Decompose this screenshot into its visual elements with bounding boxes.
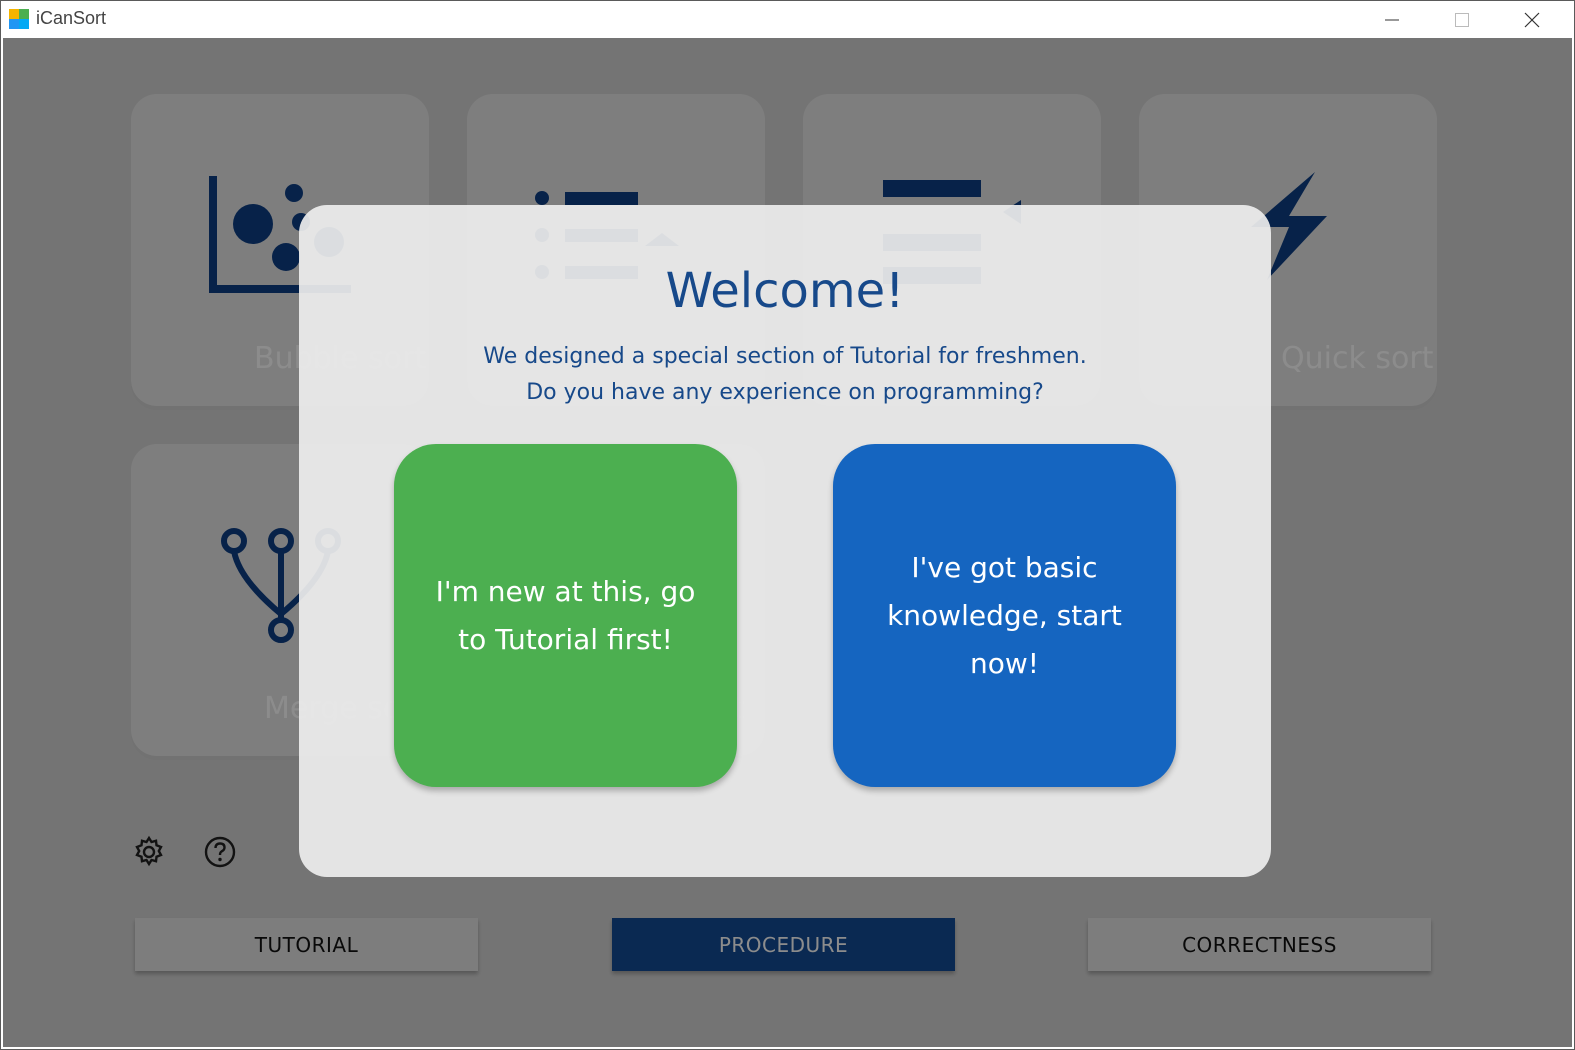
title-bar: iCanSort	[1, 1, 1574, 38]
close-button[interactable]	[1497, 1, 1567, 38]
close-icon	[1524, 12, 1540, 27]
minimize-icon	[1385, 19, 1399, 20]
window-title: iCanSort	[36, 8, 107, 28]
dialog-message-line1: We designed a special section of Tutoria…	[483, 344, 1087, 369]
maximize-button[interactable]	[1427, 1, 1497, 38]
welcome-dialog: Welcome! We designed a special section o…	[299, 205, 1271, 877]
minimize-button[interactable]	[1357, 1, 1427, 38]
dialog-message-line2: Do you have any experience on programmin…	[526, 380, 1044, 405]
basic-knowledge-start-button[interactable]: I've got basic knowledge, start now!	[833, 444, 1176, 787]
maximize-icon	[1455, 12, 1469, 27]
app-logo-icon	[9, 9, 29, 29]
new-user-tutorial-button[interactable]: I'm new at this, go to Tutorial first!	[394, 444, 737, 787]
dialog-title: Welcome!	[665, 263, 905, 319]
app-window: iCanSort Bubble sort	[0, 0, 1575, 1050]
